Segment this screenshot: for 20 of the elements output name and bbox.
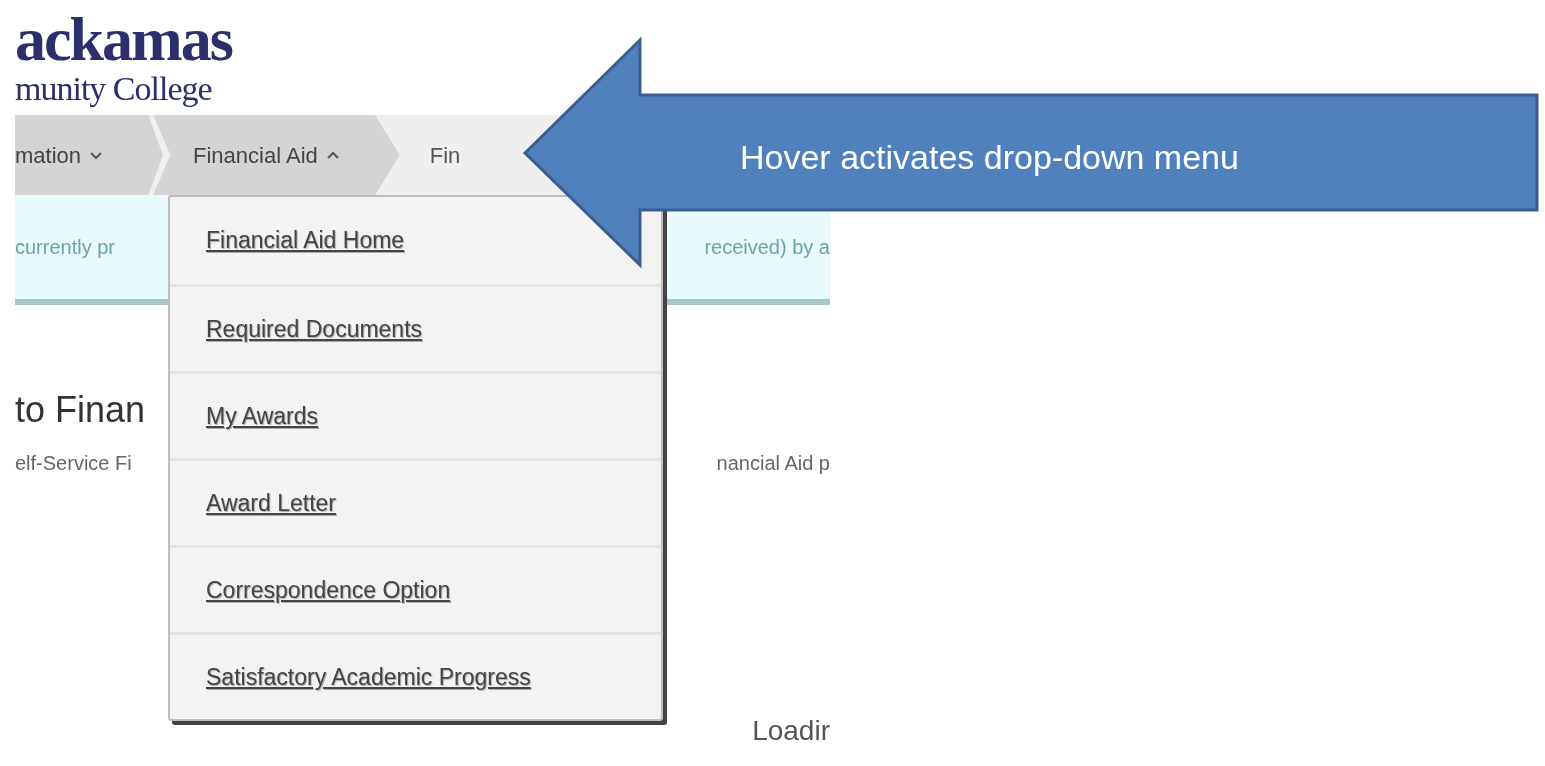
nav-tab[interactable]: Fin — [399, 115, 461, 195]
banner-text: received) by a — [704, 235, 830, 260]
caret-up-icon — [325, 150, 340, 160]
menu-link[interactable]: Correspondence Option — [206, 572, 451, 608]
intro-text: elf-Service Fi — [15, 451, 132, 476]
menu-link[interactable]: Award Letter — [206, 485, 336, 521]
nav-tab[interactable]: mation — [15, 115, 164, 195]
menu-link[interactable]: My Awards — [206, 398, 319, 434]
page-heading: to Finan — [15, 390, 146, 430]
menu-link[interactable]: Satisfactory Academic Progress — [206, 659, 531, 695]
banner-text: currently pr — [15, 235, 116, 260]
annotation-text: Hover activates drop-down menu — [740, 137, 1239, 177]
logo-text: ackamas — [15, 8, 232, 70]
loading-text: Loadir — [752, 716, 830, 746]
menu-link[interactable]: Financial Aid Home — [206, 223, 405, 258]
menu-link[interactable]: Required Documents — [206, 311, 423, 347]
logo-subtitle: munity College — [15, 70, 212, 108]
nav-tab[interactable]: Financial Aid — [153, 115, 400, 195]
intro-text: nancial Aid p — [716, 451, 830, 476]
caret-down-icon — [89, 150, 104, 160]
